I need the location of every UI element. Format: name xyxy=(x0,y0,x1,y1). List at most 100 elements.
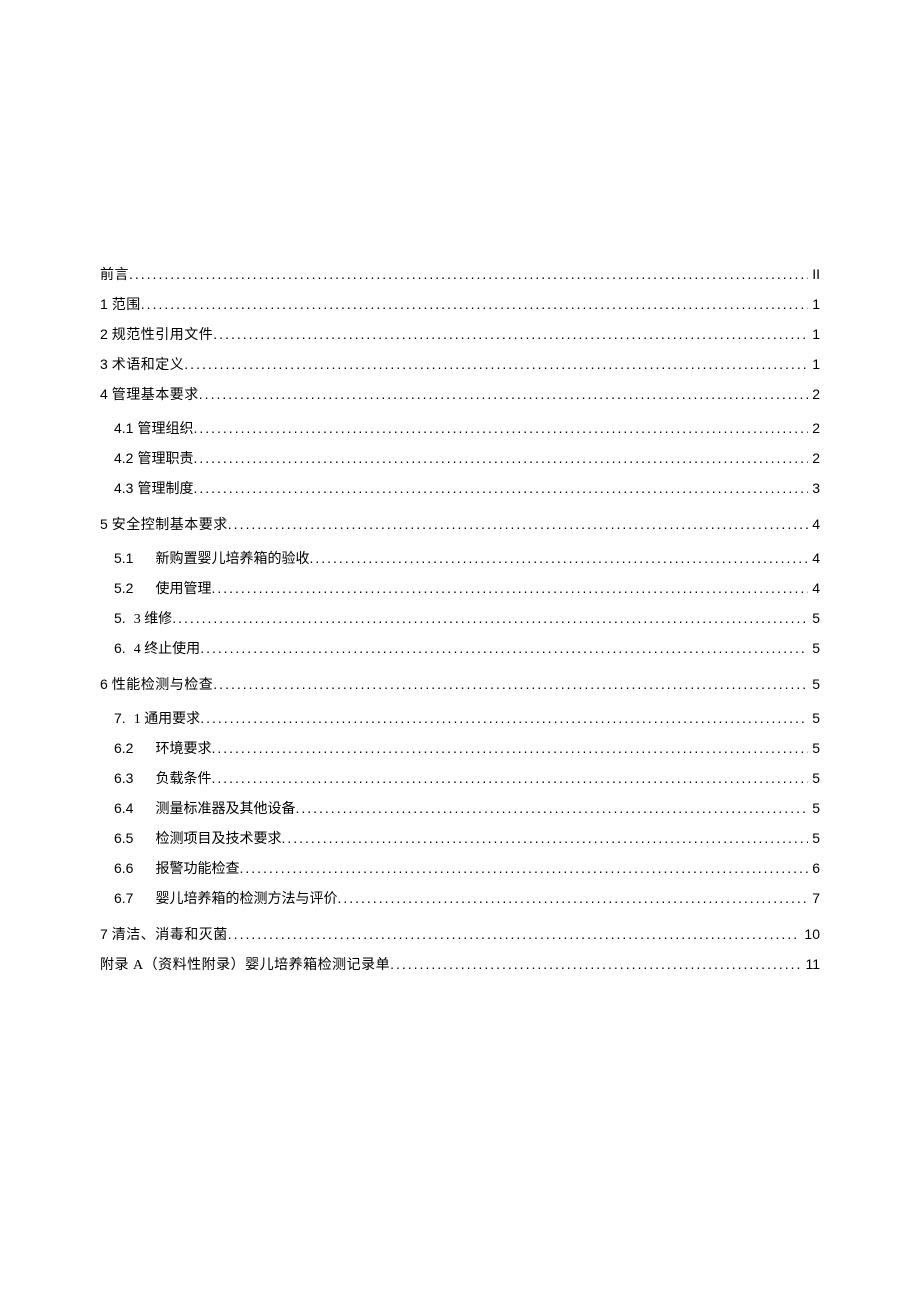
toc-number: 6.2 xyxy=(114,734,133,762)
toc-entry: 6.4 测量标准器及其他设备 5 xyxy=(114,794,820,824)
toc-entry: 5. 3 维修 5 xyxy=(114,604,820,634)
toc-number: 6.5 xyxy=(114,824,133,852)
toc-entry: 6.2 环境要求 5 xyxy=(114,734,820,764)
toc-number: 6.7 xyxy=(114,884,133,912)
toc-leader xyxy=(228,510,808,538)
toc-label: 4 终止使用 xyxy=(134,636,201,664)
toc-entry: 4 管理基本要求 2 xyxy=(100,380,820,410)
toc-number: 5.1 xyxy=(114,544,133,572)
toc-entry: 3 术语和定义 1 xyxy=(100,350,820,380)
toc-number: 3 xyxy=(100,350,108,378)
toc-entry: 4.1 管理组织 2 xyxy=(114,414,820,444)
toc-number: 4 xyxy=(100,380,108,408)
toc-page: 1 xyxy=(812,350,820,378)
toc-number: 5 xyxy=(100,510,108,538)
toc-entry: 附录 A（资料性附录）婴儿培养箱检测记录单 11 xyxy=(100,950,820,980)
toc-page: 11 xyxy=(805,950,820,978)
toc-entry: 5.2 使用管理 4 xyxy=(114,574,820,604)
toc-entry: 6.6 报警功能检查 6 xyxy=(114,854,820,884)
toc-entry: 6 性能检测与检查 5 xyxy=(100,670,820,700)
toc-entry: 4.2 管理职责 2 xyxy=(114,444,820,474)
toc-page: 5 xyxy=(812,764,820,792)
toc-page: 2 xyxy=(812,414,820,442)
toc-leader xyxy=(228,920,801,948)
toc-label: 安全控制基本要求 xyxy=(112,512,228,540)
toc-number: 5.2 xyxy=(114,574,133,602)
toc-number: 6.3 xyxy=(114,764,133,792)
toc-label: 婴儿培养箱的检测方法与评价 xyxy=(155,886,337,914)
toc-label: 管理制度 xyxy=(137,476,193,504)
toc-number: 4.3 xyxy=(114,474,133,502)
toc-label: 管理组织 xyxy=(137,416,193,444)
toc-label: 负载条件 xyxy=(155,766,211,794)
toc-label: 3 维修 xyxy=(134,606,173,634)
toc-entry: 6.5 检测项目及技术要求 5 xyxy=(114,824,820,854)
toc-leader xyxy=(199,380,808,408)
toc-number: 6.6 xyxy=(114,854,133,882)
toc-entry: 1 范围 1 xyxy=(100,290,820,320)
toc-page: 5 xyxy=(812,634,820,662)
toc-page: II xyxy=(812,260,820,288)
toc-leader xyxy=(390,950,801,978)
toc-leader xyxy=(200,634,808,662)
toc-page: 5 xyxy=(812,734,820,762)
table-of-contents: 前言 II 1 范围 1 2 规范性引用文件 1 3 术语和定义 1 4 管理基… xyxy=(100,260,820,980)
toc-label: 管理职责 xyxy=(137,446,193,474)
toc-page: 1 xyxy=(812,290,820,318)
toc-entry: 4.3 管理制度 3 xyxy=(114,474,820,504)
toc-leader xyxy=(193,444,808,472)
toc-page: 4 xyxy=(812,510,820,538)
toc-number: 1 xyxy=(100,290,108,318)
toc-number: 7 xyxy=(100,920,108,948)
toc-leader xyxy=(337,884,808,912)
toc-entry: 5.1 新购置婴儿培养箱的验收 4 xyxy=(114,544,820,574)
toc-leader xyxy=(200,704,808,732)
toc-leader xyxy=(213,670,808,698)
toc-leader xyxy=(295,794,808,822)
toc-entry: 前言 II xyxy=(100,260,820,290)
toc-number: 6.4 xyxy=(114,794,133,822)
toc-leader xyxy=(193,414,808,442)
toc-page: 6 xyxy=(812,854,820,882)
toc-page: 5 xyxy=(812,604,820,632)
toc-leader xyxy=(211,764,808,792)
toc-page: 4 xyxy=(812,544,820,572)
toc-label: 规范性引用文件 xyxy=(112,322,214,350)
toc-page: 5 xyxy=(812,704,820,732)
toc-entry: 6.7 婴儿培养箱的检测方法与评价 7 xyxy=(114,884,820,914)
toc-leader xyxy=(213,320,808,348)
toc-label: 1 通用要求 xyxy=(134,706,201,734)
toc-entry: 5 安全控制基本要求 4 xyxy=(100,510,820,540)
toc-entry: 6. 4 终止使用 5 xyxy=(114,634,820,664)
toc-label: 清洁、消毒和灭菌 xyxy=(112,922,228,950)
toc-number: 7. xyxy=(114,704,126,732)
toc-label: 前言 xyxy=(100,262,129,290)
toc-number: 4.2 xyxy=(114,444,133,472)
toc-label: 使用管理 xyxy=(155,576,211,604)
toc-page: 7 xyxy=(812,884,820,912)
toc-leader xyxy=(129,260,808,288)
toc-leader xyxy=(184,350,808,378)
toc-leader xyxy=(211,574,808,602)
toc-page: 3 xyxy=(812,474,820,502)
toc-leader xyxy=(172,604,808,632)
toc-page: 2 xyxy=(812,444,820,472)
toc-entry: 2 规范性引用文件 1 xyxy=(100,320,820,350)
toc-leader xyxy=(309,544,808,572)
toc-number: 2 xyxy=(100,320,108,348)
toc-leader xyxy=(239,854,808,882)
toc-page: 5 xyxy=(812,794,820,822)
toc-label: 环境要求 xyxy=(155,736,211,764)
toc-page: 4 xyxy=(812,574,820,602)
toc-label: 检测项目及技术要求 xyxy=(155,826,281,854)
toc-entry: 7 清洁、消毒和灭菌 10 xyxy=(100,920,820,950)
toc-page: 2 xyxy=(812,380,820,408)
toc-label: 范围 xyxy=(112,292,141,320)
toc-entry: 6.3 负载条件 5 xyxy=(114,764,820,794)
toc-leader xyxy=(281,824,808,852)
toc-label: 报警功能检查 xyxy=(155,856,239,884)
toc-label: 管理基本要求 xyxy=(112,382,199,410)
toc-label: 附录 A（资料性附录）婴儿培养箱检测记录单 xyxy=(100,952,390,980)
toc-number: 5. xyxy=(114,604,126,632)
toc-number: 6. xyxy=(114,634,126,662)
